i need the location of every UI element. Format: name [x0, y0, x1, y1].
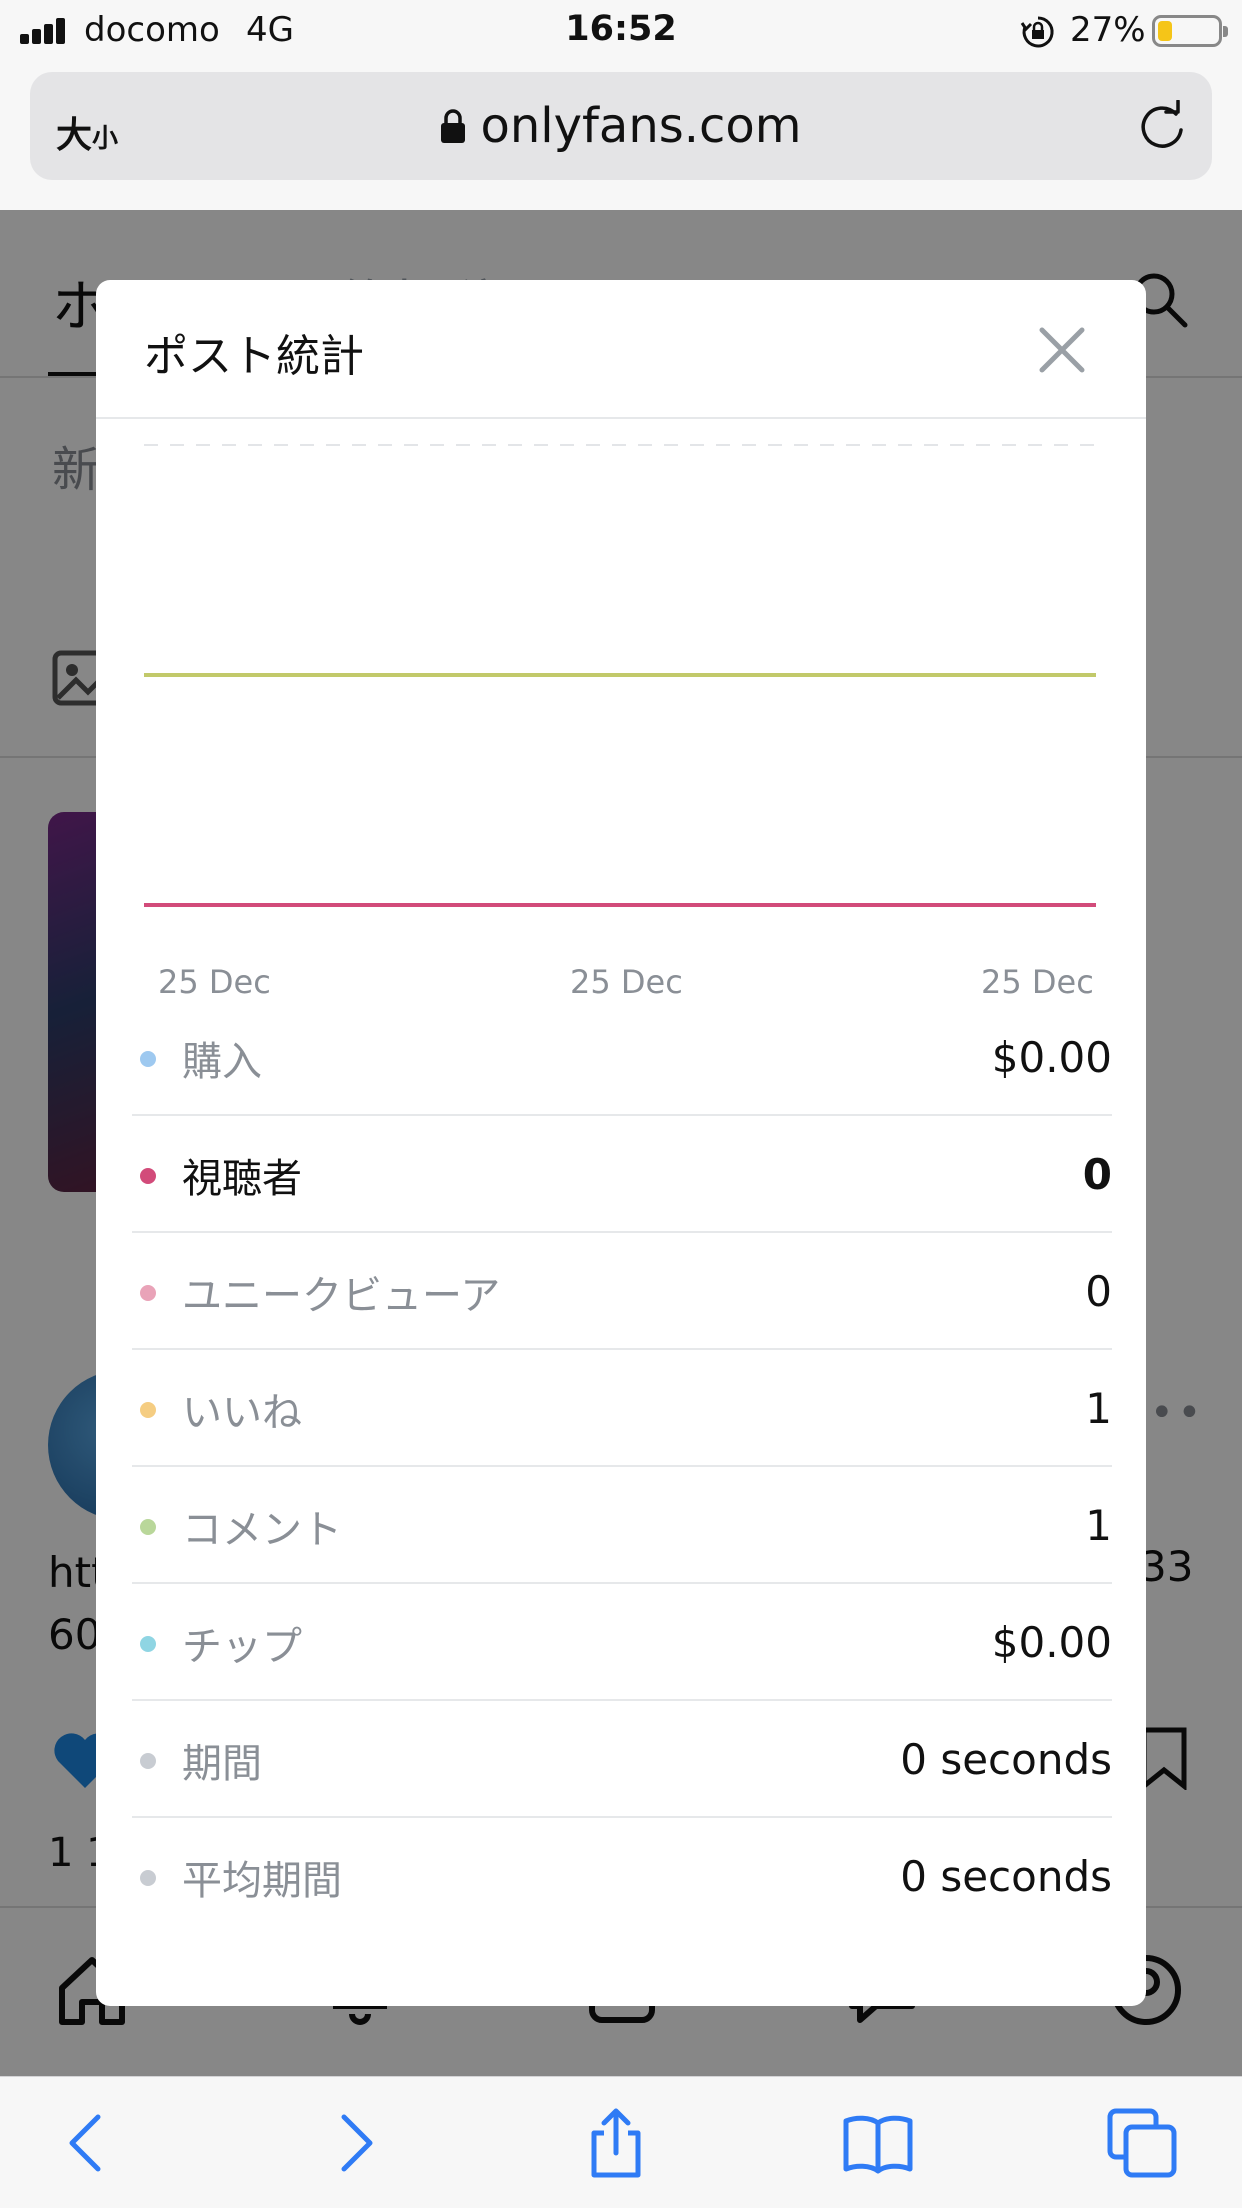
stat-value: 1 [1085, 1384, 1112, 1433]
rotation-lock-icon [1020, 16, 1054, 48]
stat-value: 0 [1085, 1267, 1112, 1316]
stat-label: チップ [182, 1624, 302, 1670]
legend-dot [140, 1519, 156, 1535]
stat-row[interactable]: ユニークビューア 0 [132, 1233, 1112, 1350]
legend-dot [140, 1285, 156, 1301]
modal-title: ポスト統計 [144, 331, 364, 382]
stat-label: 視聴者 [182, 1156, 302, 1202]
battery-percent: 27% [1070, 10, 1146, 50]
share-icon[interactable] [580, 2107, 652, 2179]
stat-label: ユニークビューア [182, 1273, 501, 1319]
legend-dot [140, 1402, 156, 1418]
stat-row[interactable]: 期間 0 seconds [132, 1701, 1112, 1818]
x-tick-label: 25 Dec [158, 963, 271, 1001]
stat-label: 平均期間 [182, 1858, 342, 1904]
x-tick-label: 25 Dec [981, 963, 1094, 1001]
url-domain[interactable]: onlyfans.com [30, 98, 1212, 154]
x-tick-label: 25 Dec [570, 963, 683, 1001]
stat-value: 0 [1082, 1150, 1112, 1199]
stat-value: 1 [1085, 1501, 1112, 1550]
legend-dot [140, 1870, 156, 1886]
stat-row[interactable]: 購入 $0.00 [132, 999, 1112, 1116]
domain-text: onlyfans.com [480, 98, 802, 154]
browser-toolbar [0, 2076, 1242, 2208]
legend-dot [140, 1051, 156, 1067]
status-bar: docomo 4G 16:52 27% [0, 0, 1242, 62]
padlock-icon [441, 109, 466, 143]
close-icon[interactable] [1032, 320, 1092, 380]
bookmarks-icon[interactable] [842, 2107, 914, 2179]
stat-value: $0.00 [991, 1033, 1112, 1082]
stat-row[interactable]: コメント 1 [132, 1467, 1112, 1584]
forward-icon[interactable] [318, 2107, 390, 2179]
stat-label: 期間 [182, 1741, 262, 1787]
stat-row[interactable]: チップ $0.00 [132, 1584, 1112, 1701]
post-stats-modal: ポスト統計 25 Dec 25 Dec 25 Dec 購入 $0.00 視聴者 0 ユニ… [96, 280, 1146, 2006]
stat-label: コメント [182, 1507, 342, 1553]
stat-value: $0.00 [991, 1618, 1112, 1667]
battery-icon [1152, 15, 1228, 47]
legend-dot [140, 1636, 156, 1652]
back-icon[interactable] [52, 2107, 124, 2179]
stat-value: 0 seconds [900, 1735, 1112, 1784]
stat-row[interactable]: 平均期間 0 seconds [132, 1818, 1112, 1935]
stat-row[interactable]: いいね 1 [132, 1350, 1112, 1467]
address-bar[interactable]: 大小 onlyfans.com [30, 72, 1212, 180]
tabs-icon[interactable] [1106, 2107, 1178, 2179]
stat-label: いいね [182, 1390, 302, 1436]
stat-row[interactable]: 視聴者 0 [132, 1116, 1112, 1233]
stat-label: 購入 [182, 1039, 262, 1085]
stat-value: 0 seconds [900, 1852, 1112, 1901]
stats-line-chart [144, 444, 1096, 907]
browser-address-area: 大小 onlyfans.com [0, 62, 1242, 210]
legend-dot [140, 1168, 156, 1184]
reload-icon[interactable] [1136, 100, 1188, 152]
legend-dot [140, 1753, 156, 1769]
